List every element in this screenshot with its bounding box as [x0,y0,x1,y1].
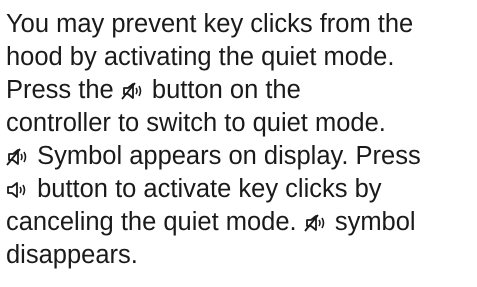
text-line-2: hood by activating the quiet mode. [6,43,395,71]
text-line-3: Press the button on the [6,76,301,104]
text-line-7: canceling the quiet mode. symbol [6,208,416,236]
speaker-muted-icon [121,81,145,101]
speaker-sound-icon [6,180,30,200]
text-line-4: controller to switch to quiet mode. [6,109,386,137]
instruction-page: You may prevent key clicks from the hood… [0,0,477,287]
text-line-1: You may prevent key clicks from the [6,10,414,38]
text-line-5: Symbol appears on display. Press [6,140,477,173]
text-line-6: button to activate key clicks by [6,173,477,206]
speaker-muted-icon [6,147,30,167]
speaker-muted-icon [304,213,328,233]
quiet-mode-paragraph: You may prevent key clicks from the hood… [6,8,477,272]
text-line-8: disappears. [6,241,138,269]
